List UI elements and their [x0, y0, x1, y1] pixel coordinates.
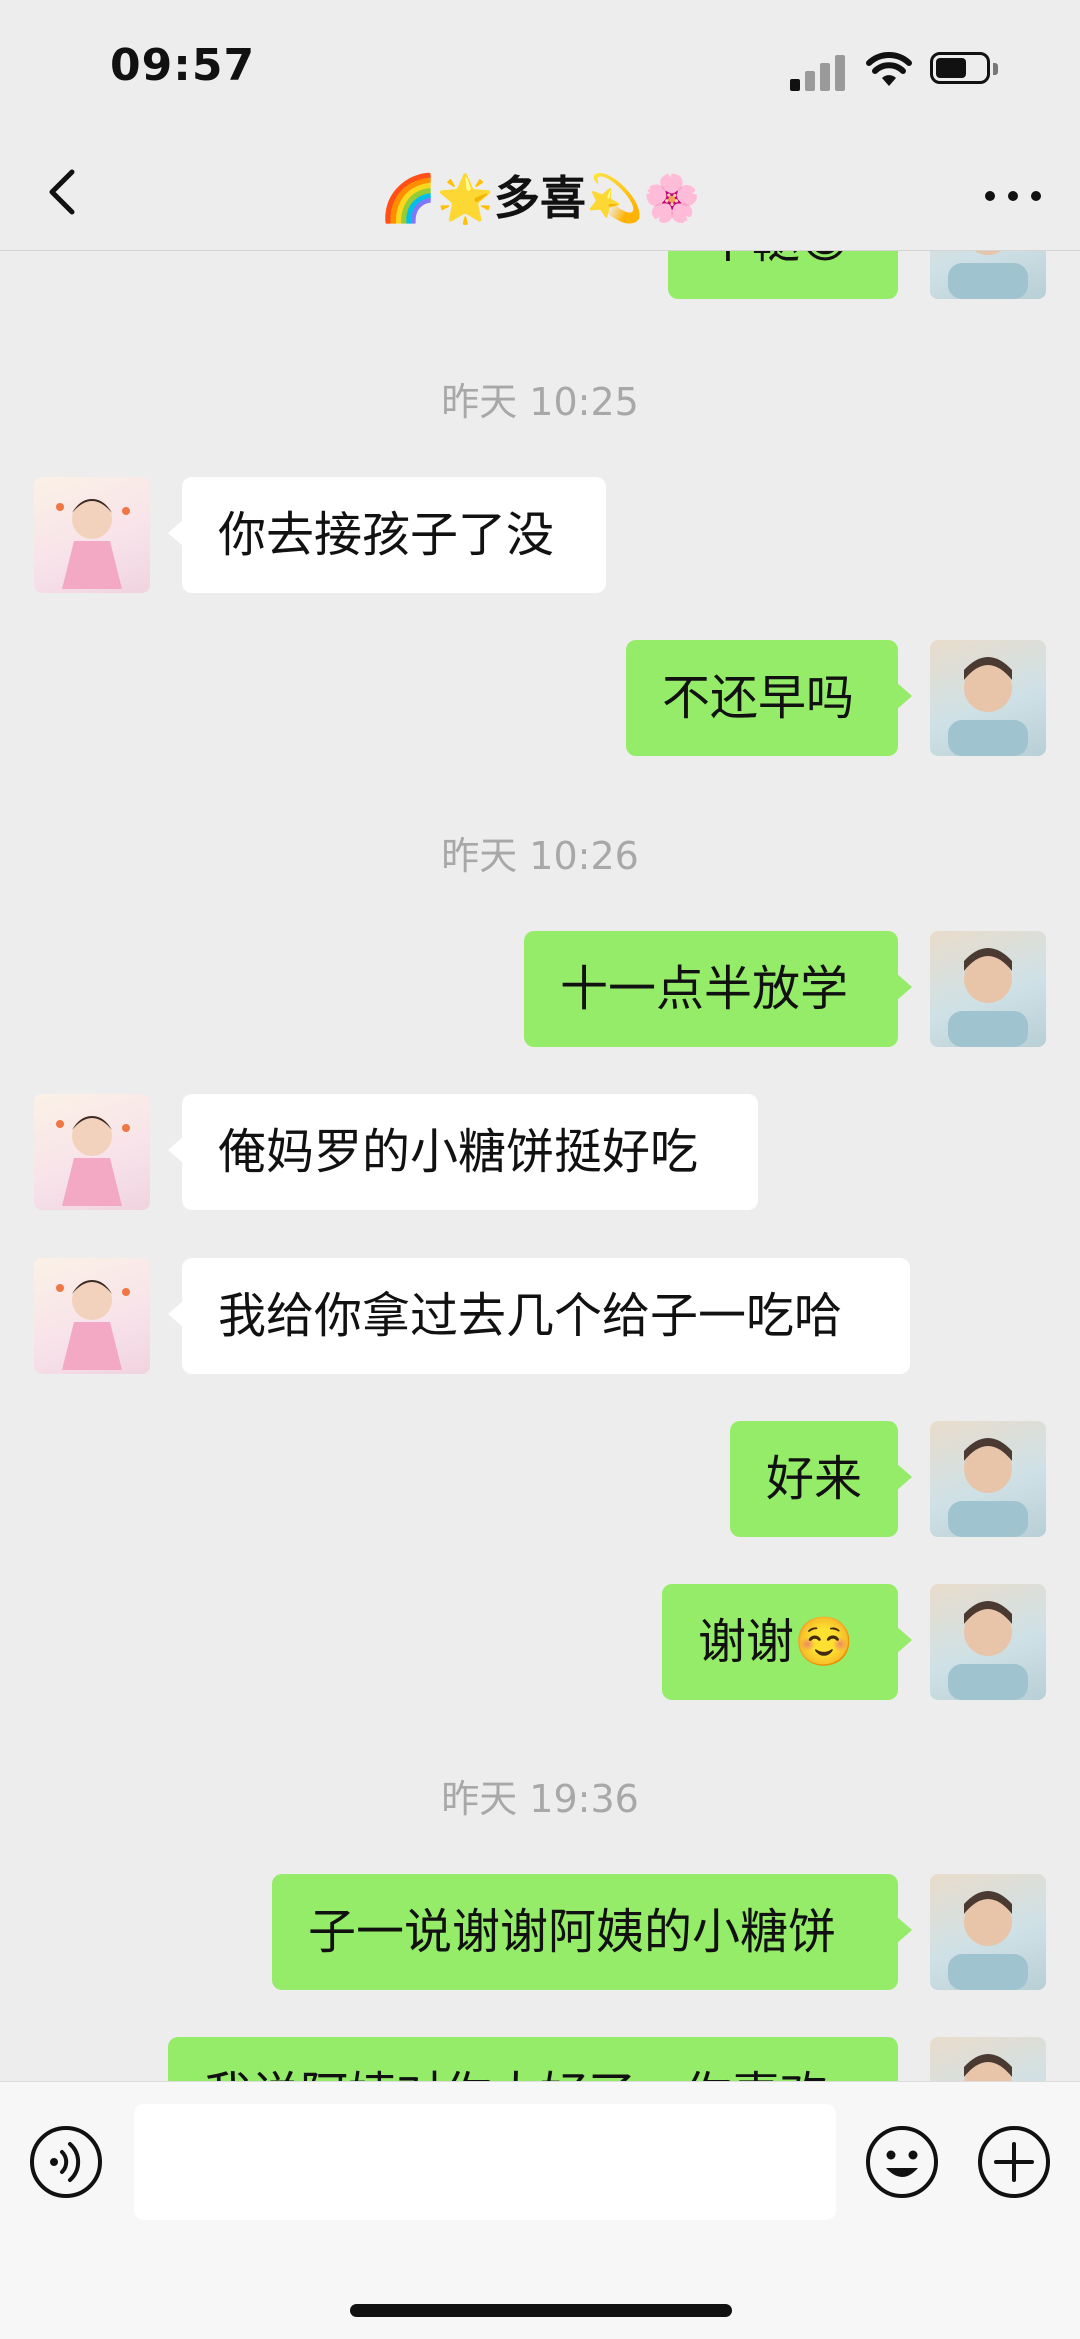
avatar[interactable] [34, 477, 150, 593]
message-bubble-other[interactable]: 你去接孩子了没 [168, 477, 606, 593]
status-bar: 09:57 [0, 0, 1080, 140]
avatar[interactable] [930, 640, 1046, 756]
message-bubble-self[interactable]: 谢谢☺️ [662, 1584, 912, 1700]
message-bubble-other[interactable]: 我给你拿过去几个给子一吃哈 [168, 1258, 910, 1374]
message-bubble-self[interactable]: 十一点半放学 [524, 931, 912, 1047]
plus-icon[interactable] [976, 2124, 1052, 2200]
message-bubble-other[interactable]: 俺妈罗的小糖饼挺好吃 [168, 1094, 758, 1210]
avatar[interactable] [930, 1421, 1046, 1537]
message-bubble-self[interactable]: 子一说谢谢阿姨的小糖饼 [272, 1874, 912, 1990]
avatar[interactable] [930, 931, 1046, 1047]
message-bubble-self[interactable]: 我说阿姨对你太好了，你喜欢 [168, 2037, 898, 2081]
status-time: 09:57 [110, 40, 256, 91]
avatar[interactable] [34, 1258, 150, 1374]
more-dots-icon[interactable] [980, 176, 1046, 216]
message-bubble-self[interactable]: 好来 [730, 1421, 912, 1537]
message-input[interactable] [134, 2104, 836, 2220]
avatar[interactable] [930, 2037, 1046, 2081]
emoji-icon[interactable] [864, 2124, 940, 2200]
chat-header: 🌈🌟多喜💫🌸 [0, 140, 1080, 251]
avatar[interactable] [34, 1094, 150, 1210]
wifi-icon [866, 52, 912, 86]
avatar[interactable] [930, 1874, 1046, 1990]
battery-icon [930, 52, 1000, 88]
chat-title[interactable]: 🌈🌟多喜💫🌸 [0, 162, 1080, 228]
voice-icon[interactable] [28, 2124, 104, 2200]
message-list[interactable]: 个鞑😁 昨天 10:25 你去接孩子了没 不还早吗 昨天 10:26 十一点半放… [0, 251, 1080, 2081]
timestamp: 昨天 19:36 [441, 1777, 639, 1821]
timestamp: 昨天 10:25 [441, 380, 639, 424]
timestamp: 昨天 10:26 [441, 834, 639, 878]
home-indicator[interactable] [350, 2304, 732, 2317]
avatar[interactable] [930, 1584, 1046, 1700]
avatar[interactable] [930, 251, 1046, 299]
input-bar [0, 2081, 1080, 2339]
message-bubble-self[interactable]: 不还早吗 [626, 640, 912, 756]
cellular-signal-icon [788, 55, 845, 91]
message-bubble-self[interactable]: 个鞑😁 [668, 251, 912, 299]
